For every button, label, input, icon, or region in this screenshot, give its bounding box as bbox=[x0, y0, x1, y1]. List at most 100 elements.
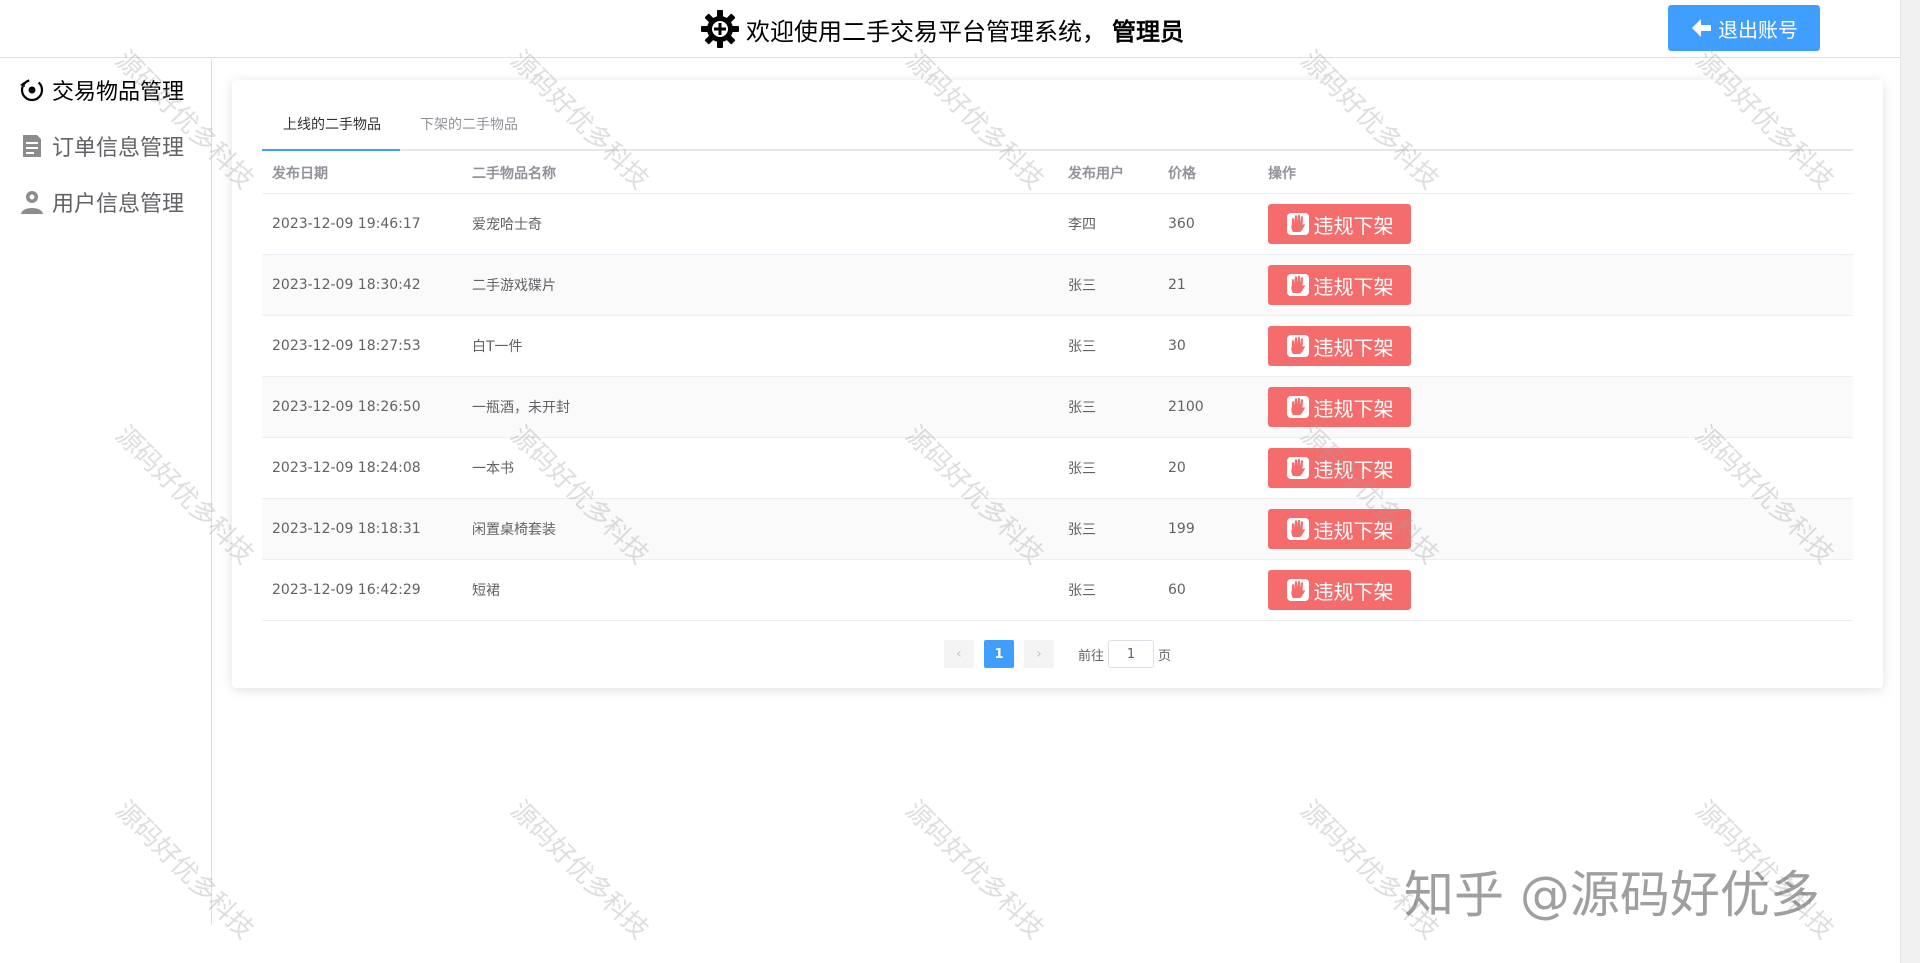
cell-user: 张三 bbox=[1068, 400, 1096, 416]
watermark-text: 源码好优多科技 bbox=[1689, 795, 1840, 946]
top-header: 欢迎使用二手交易平台管理系统， 管理员 退出账号 bbox=[0, 0, 1900, 58]
cell-price: 199 bbox=[1168, 521, 1195, 537]
watermark-text: 源码好优多科技 bbox=[899, 795, 1050, 946]
page-scrollbar[interactable] bbox=[1900, 0, 1920, 963]
ban-label: 违规下架 bbox=[1313, 335, 1394, 360]
tab-online-goods[interactable]: 上线的二手物品 bbox=[283, 100, 381, 151]
table-row: 2023-12-09 19:46:17 爱宠哈士奇 李四 360 违规下架 bbox=[262, 194, 1853, 255]
watermark-text: 源码好优多科技 bbox=[504, 795, 655, 946]
cell-action: 违规下架 bbox=[1258, 265, 1853, 305]
cell-name: 短裙 bbox=[472, 583, 500, 599]
logout-label: 退出账号 bbox=[1718, 17, 1798, 42]
table-row: 2023-12-09 18:30:42 二手游戏碟片 张三 21 违规下架 bbox=[262, 255, 1853, 316]
page-suffix: 页 bbox=[1158, 648, 1172, 664]
table-row: 2023-12-09 18:27:53 白T一件 张三 30 违规下架 bbox=[262, 316, 1853, 377]
hand-stop-icon bbox=[1286, 274, 1309, 296]
goto-page-input[interactable] bbox=[1108, 640, 1154, 668]
cell-price: 60 bbox=[1168, 582, 1186, 598]
ban-label: 违规下架 bbox=[1313, 274, 1394, 299]
ban-label: 违规下架 bbox=[1313, 579, 1394, 604]
cell-date: 2023-12-09 18:24:08 bbox=[272, 460, 421, 476]
table-header: 发布日期 二手物品名称 发布用户 价格 操作 bbox=[262, 152, 1853, 194]
col-user: 发布用户 bbox=[1068, 165, 1124, 182]
ban-offline-button[interactable]: 违规下架 bbox=[1268, 326, 1411, 366]
hand-stop-icon bbox=[1286, 213, 1309, 235]
cell-price: 2100 bbox=[1168, 399, 1204, 415]
sidebar-item-label: 交易物品管理 bbox=[52, 80, 185, 105]
cell-date: 2023-12-09 18:18:31 bbox=[272, 521, 421, 537]
sidebar-item-label: 订单信息管理 bbox=[52, 136, 185, 161]
chevron-left-icon[interactable]: ‹ bbox=[943, 640, 974, 668]
col-price: 价格 bbox=[1168, 165, 1196, 182]
cell-action: 违规下架 bbox=[1258, 509, 1853, 549]
cell-user: 张三 bbox=[1068, 339, 1096, 355]
sidebar-item-label: 用户信息管理 bbox=[52, 192, 185, 217]
cell-price: 20 bbox=[1168, 460, 1186, 476]
col-date: 发布日期 bbox=[272, 165, 328, 182]
table-row: 2023-12-09 18:18:31 闲置桌椅套装 张三 199 违规下架 bbox=[262, 499, 1853, 560]
sidebar-item-orders[interactable]: 订单信息管理 bbox=[18, 126, 184, 166]
brand-watermark: 知乎 @源码好优多 bbox=[1404, 866, 1820, 924]
active-tab-indicator bbox=[262, 149, 400, 151]
ban-label: 违规下架 bbox=[1313, 396, 1394, 421]
cell-price: 21 bbox=[1168, 277, 1186, 293]
table-row: 2023-12-09 18:26:50 一瓶酒，未开封 张三 2100 违规下架 bbox=[262, 377, 1853, 438]
user-icon bbox=[21, 191, 43, 214]
cell-user: 张三 bbox=[1068, 522, 1096, 538]
col-name: 二手物品名称 bbox=[472, 165, 556, 182]
ban-offline-button[interactable]: 违规下架 bbox=[1268, 265, 1411, 305]
document-icon bbox=[23, 135, 41, 157]
ban-label: 违规下架 bbox=[1313, 213, 1394, 238]
arrow-left-icon bbox=[1692, 19, 1711, 37]
page-jumper: 前往 页 bbox=[1078, 640, 1171, 668]
chevron-right-icon[interactable]: › bbox=[1023, 640, 1054, 668]
ban-offline-button[interactable]: 违规下架 bbox=[1268, 509, 1411, 549]
cell-action: 违规下架 bbox=[1258, 448, 1853, 488]
goods-card: 上线的二手物品 下架的二手物品 发布日期 二手物品名称 发布用户 价格 操作 2… bbox=[232, 80, 1883, 688]
cell-action: 违规下架 bbox=[1258, 570, 1853, 610]
table-row: 2023-12-09 18:24:08 一本书 张三 20 违规下架 bbox=[262, 438, 1853, 499]
cell-user: 张三 bbox=[1068, 461, 1096, 477]
sidebar-item-users[interactable]: 用户信息管理 bbox=[18, 182, 184, 222]
cell-name: 一瓶酒，未开封 bbox=[472, 400, 570, 416]
ban-offline-button[interactable]: 违规下架 bbox=[1268, 387, 1411, 427]
cell-name: 爱宠哈士奇 bbox=[472, 217, 542, 233]
table-row: 2023-12-09 16:42:29 短裙 张三 60 违规下架 bbox=[262, 560, 1853, 621]
pagination: ‹ 1 › 前往 页 bbox=[232, 638, 1883, 670]
cell-action: 违规下架 bbox=[1258, 326, 1853, 366]
page-number[interactable]: 1 bbox=[983, 640, 1014, 668]
gear-icon bbox=[701, 10, 739, 48]
col-action: 操作 bbox=[1268, 165, 1296, 182]
goods-table: 发布日期 二手物品名称 发布用户 价格 操作 2023-12-09 19:46:… bbox=[262, 152, 1853, 621]
logout-button[interactable]: 退出账号 bbox=[1668, 5, 1820, 51]
cell-name: 二手游戏碟片 bbox=[472, 278, 556, 294]
cell-date: 2023-12-09 16:42:29 bbox=[272, 582, 421, 598]
hand-stop-icon bbox=[1286, 457, 1309, 479]
sidebar-item-goods[interactable]: 交易物品管理 bbox=[18, 70, 184, 110]
cell-name: 闲置桌椅套装 bbox=[472, 522, 556, 538]
ban-offline-button[interactable]: 违规下架 bbox=[1268, 204, 1411, 244]
cell-user: 张三 bbox=[1068, 278, 1096, 294]
ban-offline-button[interactable]: 违规下架 bbox=[1268, 448, 1411, 488]
tab-offline-goods[interactable]: 下架的二手物品 bbox=[420, 100, 518, 151]
cell-price: 360 bbox=[1168, 216, 1195, 232]
ban-offline-button[interactable]: 违规下架 bbox=[1268, 570, 1411, 610]
cell-user: 张三 bbox=[1068, 583, 1096, 599]
sidebar: 交易物品管理 订单信息管理 用户信息管理 bbox=[0, 59, 212, 925]
cell-date: 2023-12-09 18:26:50 bbox=[272, 399, 421, 415]
cell-date: 2023-12-09 19:46:17 bbox=[272, 216, 421, 232]
item-swap-icon bbox=[20, 78, 44, 102]
cell-date: 2023-12-09 18:30:42 bbox=[272, 277, 421, 293]
cell-name: 一本书 bbox=[472, 461, 514, 477]
hand-stop-icon bbox=[1286, 335, 1309, 357]
cell-date: 2023-12-09 18:27:53 bbox=[272, 338, 421, 354]
admin-name: 管理员 bbox=[1112, 17, 1184, 46]
cell-action: 违规下架 bbox=[1258, 387, 1853, 427]
cell-action: 违规下架 bbox=[1258, 204, 1853, 244]
watermark-text: 源码好优多科技 bbox=[1294, 795, 1445, 946]
hand-stop-icon bbox=[1286, 396, 1309, 418]
welcome-text: 欢迎使用二手交易平台管理系统， bbox=[746, 17, 1106, 46]
page-title: 欢迎使用二手交易平台管理系统， 管理员 bbox=[700, 8, 1184, 50]
ban-label: 违规下架 bbox=[1313, 518, 1394, 543]
table-body: 2023-12-09 19:46:17 爱宠哈士奇 李四 360 违规下架 2023-12… bbox=[262, 194, 1853, 621]
